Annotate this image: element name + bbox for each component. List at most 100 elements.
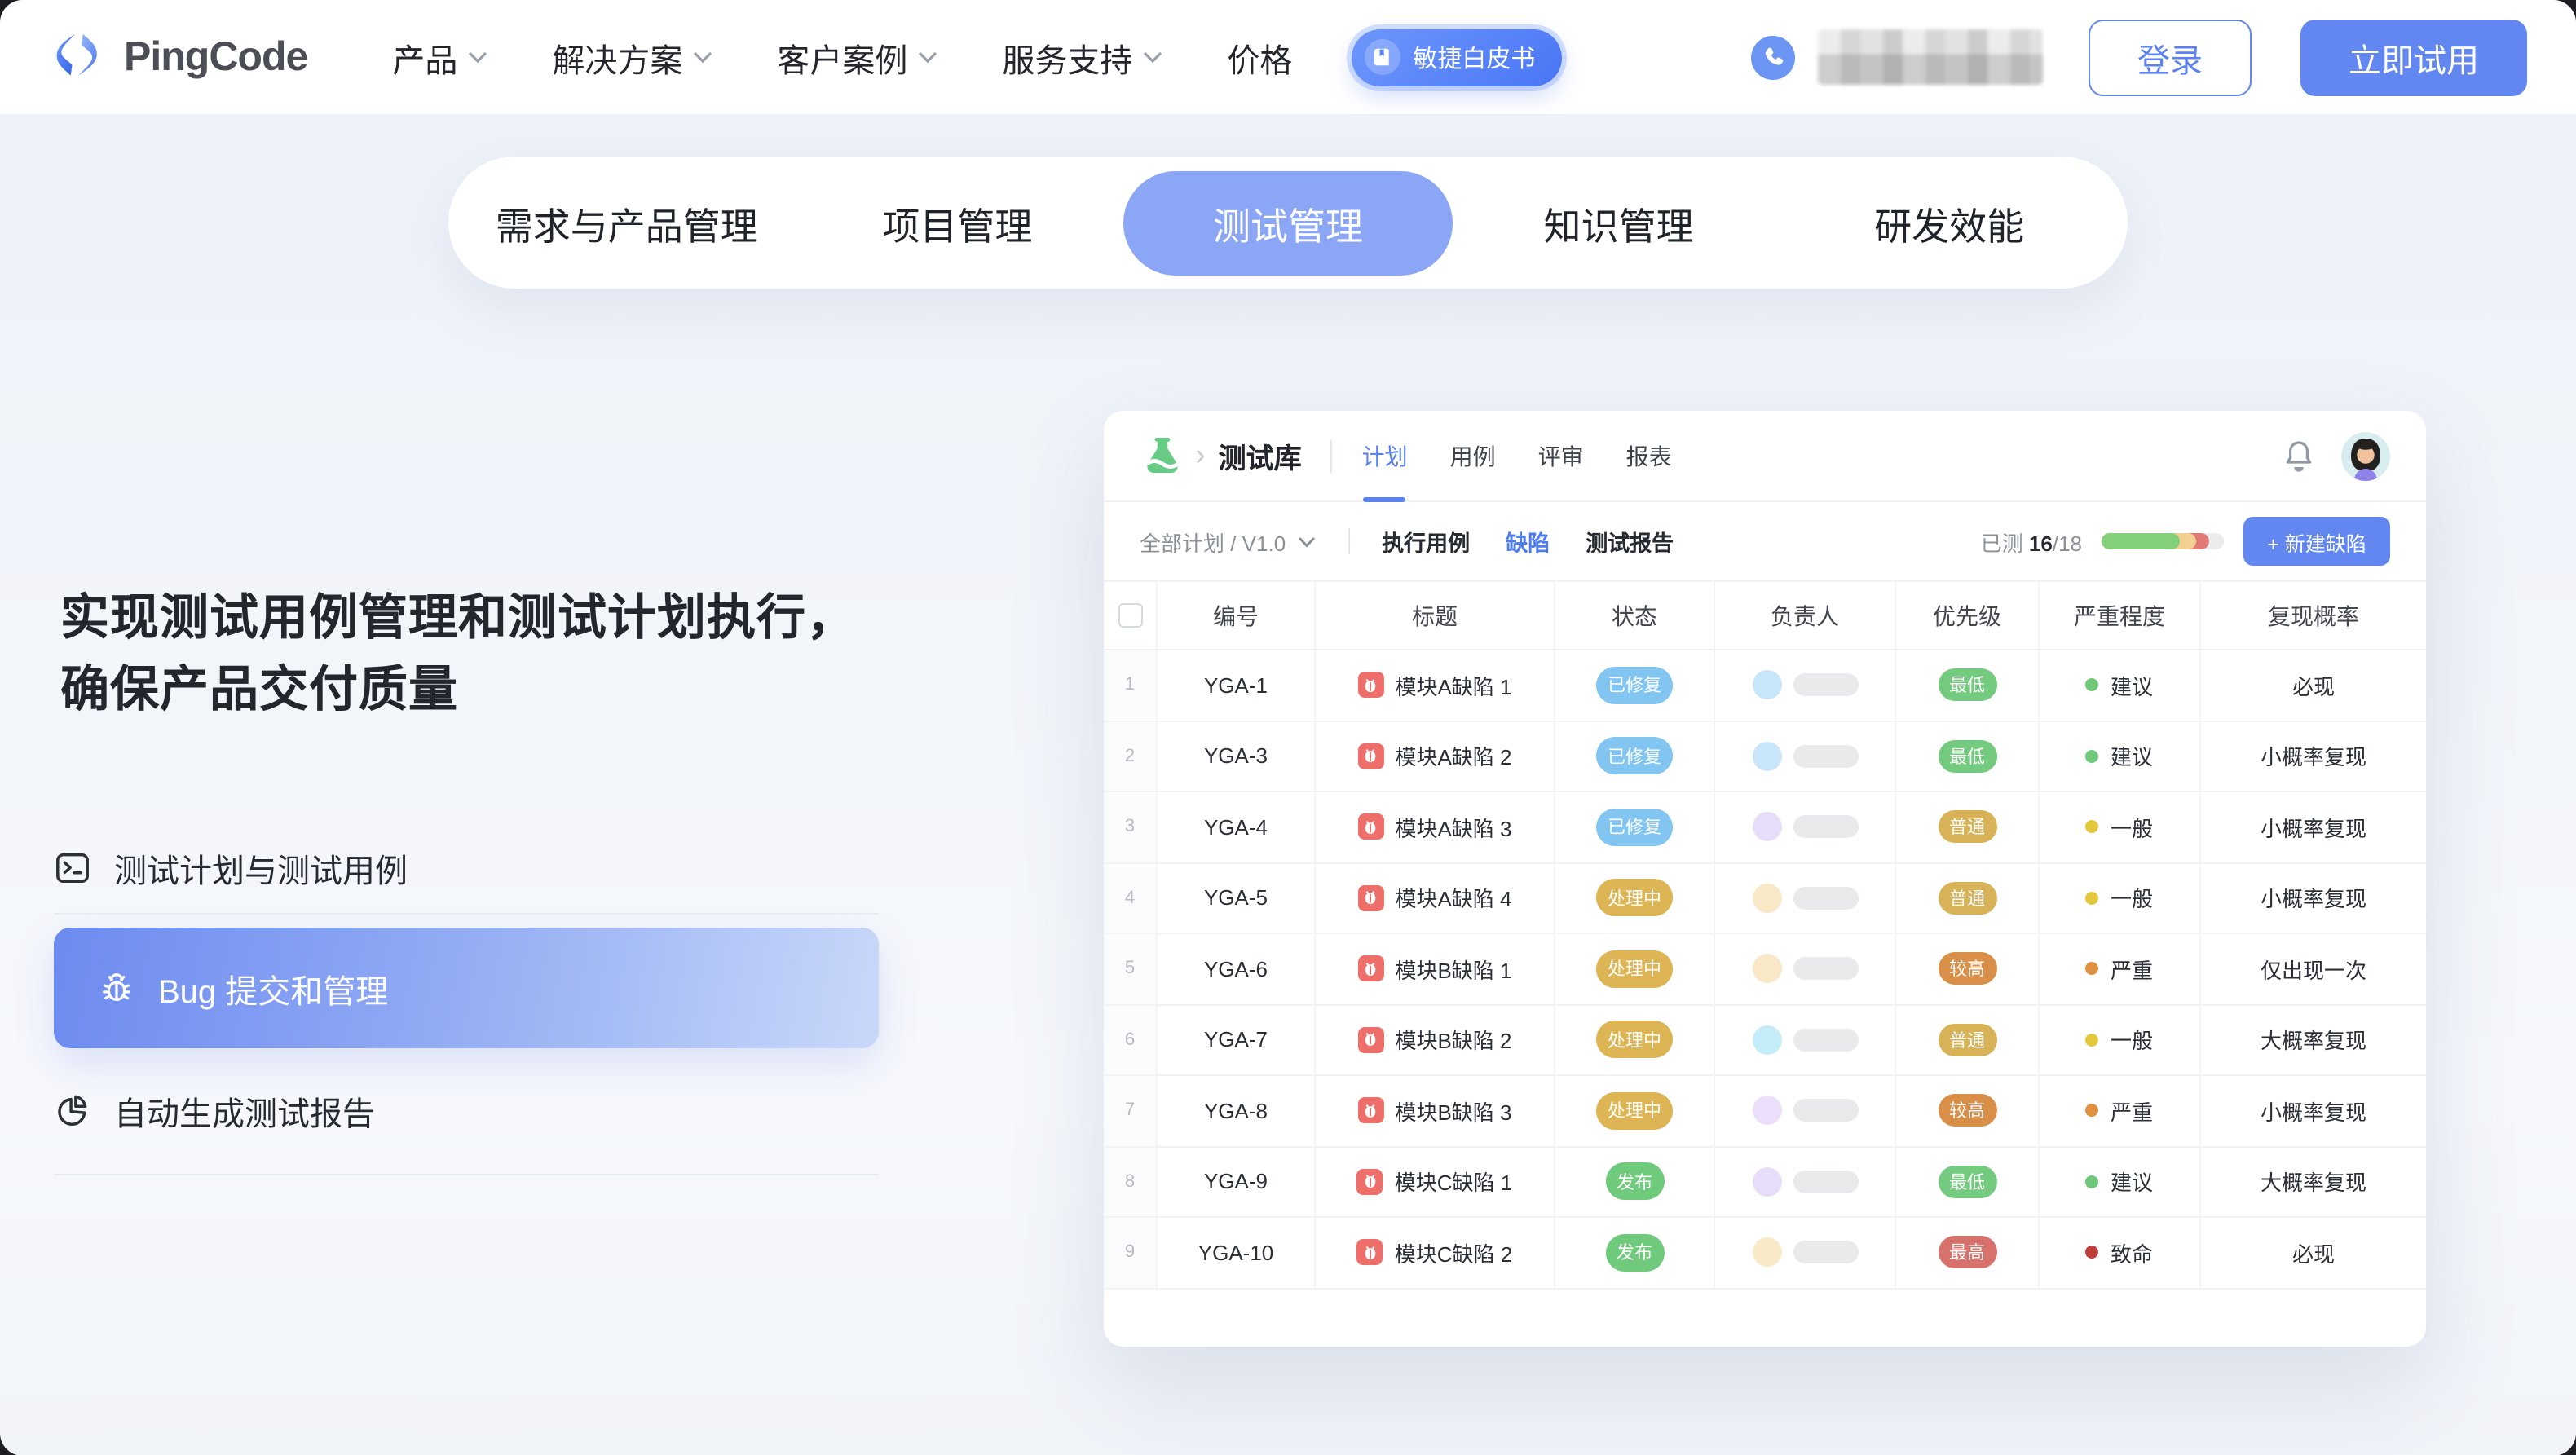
tab-projects[interactable]: 项目管理 xyxy=(792,170,1123,275)
nav-item-pricing[interactable]: 价格 xyxy=(1227,33,1292,81)
page-title-line2: 确保产品交付质量 xyxy=(60,655,856,727)
feature-label: 测试计划与测试用例 xyxy=(114,844,408,892)
defect-title: 模块B缺陷 3 xyxy=(1395,1096,1511,1127)
toolbar-right: 已测 16/18 + 新建缺陷 xyxy=(1981,517,2390,566)
status-badge: 处理中 xyxy=(1596,1021,1673,1059)
priority-badge: 普通 xyxy=(1938,1024,1996,1056)
app-tab-review[interactable]: 评审 xyxy=(1538,411,1584,501)
defect-title: 模块C缺陷 1 xyxy=(1395,1166,1512,1197)
probability: 必现 xyxy=(2201,1218,2426,1287)
feature-item-test-report[interactable]: 自动生成测试报告 xyxy=(54,1048,879,1175)
whitepaper-label: 敏捷白皮书 xyxy=(1413,40,1535,74)
chevron-down-icon xyxy=(467,51,487,64)
table-row[interactable]: 9 YGA-10 模块C缺陷 2 发布 最高 致命 必现 xyxy=(1104,1218,2426,1289)
nav-item-support[interactable]: 服务支持 xyxy=(1002,33,1162,81)
app-tab-cases[interactable]: 用例 xyxy=(1450,411,1496,501)
tab-testing[interactable]: 测试管理 xyxy=(1123,170,1453,275)
feature-item-test-plan[interactable]: 测试计划与测试用例 xyxy=(54,823,879,915)
defect-id: YGA-3 xyxy=(1158,721,1316,791)
breadcrumb-chevron-icon: › xyxy=(1195,438,1206,474)
defect-id: YGA-8 xyxy=(1158,1076,1316,1145)
bug-icon xyxy=(1357,956,1383,982)
view-defects[interactable]: 缺陷 xyxy=(1506,525,1550,558)
defect-title: 模块B缺陷 1 xyxy=(1395,954,1511,985)
tested-done: 16 xyxy=(2029,531,2053,555)
row-number: 9 xyxy=(1104,1218,1158,1287)
table-row[interactable]: 8 YGA-9 模块C缺陷 1 发布 最低 建议 大概率复现 xyxy=(1104,1147,2426,1218)
severity-label: 严重 xyxy=(2111,1096,2153,1127)
pingcode-logo[interactable]: PingCode xyxy=(52,29,307,85)
tab-knowledge[interactable]: 知识管理 xyxy=(1453,170,1784,275)
status-badge: 已修复 xyxy=(1596,809,1673,846)
bell-icon[interactable] xyxy=(2283,438,2315,474)
bug-icon xyxy=(98,969,135,1007)
whitepaper-badge[interactable]: 敏捷白皮书 xyxy=(1351,29,1561,86)
owner-avatar xyxy=(1752,1096,1781,1126)
status-badge: 处理中 xyxy=(1596,950,1673,988)
chevron-down-icon xyxy=(1297,536,1315,547)
severity-dot xyxy=(2086,892,2099,905)
bug-icon xyxy=(1357,1240,1383,1266)
priority-badge: 最低 xyxy=(1938,1166,1996,1198)
column-header-title: 标题 xyxy=(1316,582,1555,649)
login-button[interactable]: 登录 xyxy=(2089,19,2252,95)
table-row[interactable]: 1 YGA-1 模块A缺陷 1 已修复 最低 建议 必现 xyxy=(1104,650,2426,721)
table-row[interactable]: 4 YGA-5 模块A缺陷 4 处理中 普通 一般 小概率复现 xyxy=(1104,863,2426,934)
table-row[interactable]: 5 YGA-6 模块B缺陷 1 处理中 较高 严重 仅出现一次 xyxy=(1104,934,2426,1005)
severity-dot xyxy=(2086,1175,2099,1188)
feature-item-bug-management[interactable]: Bug 提交和管理 xyxy=(54,928,879,1048)
tested-total: /18 xyxy=(2053,531,2082,555)
nav-item-products[interactable]: 产品 xyxy=(392,33,487,81)
owner-avatar xyxy=(1752,1167,1781,1197)
owner-name-redacted xyxy=(1793,745,1858,768)
owner-avatar xyxy=(1752,742,1781,771)
table-row[interactable]: 7 YGA-8 模块B缺陷 3 处理中 较高 严重 小概率复现 xyxy=(1104,1076,2426,1147)
view-execute-cases[interactable]: 执行用例 xyxy=(1382,525,1470,558)
defect-title: 模块A缺陷 1 xyxy=(1395,670,1511,701)
page-title: 实现测试用例管理和测试计划执行， 确保产品交付质量 xyxy=(60,584,856,727)
bug-icon xyxy=(1357,814,1383,840)
app-tab-reports[interactable]: 报表 xyxy=(1626,411,1672,501)
owner-avatar xyxy=(1752,884,1781,913)
plan-selector[interactable]: 全部计划 / V1.0 xyxy=(1140,526,1315,557)
severity-dot xyxy=(2086,821,2099,834)
bug-icon xyxy=(1357,885,1383,911)
row-number: 2 xyxy=(1104,721,1158,791)
row-number: 1 xyxy=(1104,650,1158,720)
table-row[interactable]: 2 YGA-3 模块A缺陷 2 已修复 最低 建议 小概率复现 xyxy=(1104,721,2426,792)
try-now-button[interactable]: 立即试用 xyxy=(2300,19,2527,95)
owner-name-redacted xyxy=(1793,1241,1858,1264)
table-row[interactable]: 3 YGA-4 模块A缺陷 3 已修复 普通 一般 小概率复现 xyxy=(1104,792,2426,863)
defect-id: YGA-5 xyxy=(1158,863,1316,933)
new-defect-button[interactable]: + 新建缺陷 xyxy=(2243,517,2390,566)
view-test-report[interactable]: 测试报告 xyxy=(1586,525,1674,558)
probability: 小概率复现 xyxy=(2201,721,2426,791)
app-tab-plan[interactable]: 计划 xyxy=(1362,411,1408,501)
defect-title: 模块A缺陷 2 xyxy=(1395,741,1511,772)
page: PingCode 产品 解决方案 客户案例 服务支持 价格 xyxy=(0,0,2576,1455)
column-header-owner: 负责人 xyxy=(1715,582,1896,649)
table-header-row: 编号 标题 状态 负责人 优先级 严重程度 复现概率 xyxy=(1104,582,2426,650)
nav-item-customers[interactable]: 客户案例 xyxy=(777,33,937,81)
select-all-checkbox[interactable] xyxy=(1118,603,1142,628)
phone-icon xyxy=(1751,35,1795,79)
tab-efficiency[interactable]: 研发效能 xyxy=(1784,170,2115,275)
user-avatar[interactable] xyxy=(2341,431,2390,480)
owner-name-redacted xyxy=(1793,816,1858,839)
column-header-status: 状态 xyxy=(1555,582,1715,649)
priority-badge: 较高 xyxy=(1938,953,1996,985)
table-row[interactable]: 6 YGA-7 模块B缺陷 2 处理中 普通 一般 大概率复现 xyxy=(1104,1005,2426,1076)
chevron-down-icon xyxy=(1142,51,1162,64)
tab-requirements[interactable]: 需求与产品管理 xyxy=(461,170,792,275)
severity-label: 建议 xyxy=(2111,1166,2153,1197)
severity-dot xyxy=(2086,1246,2099,1259)
owner-avatar xyxy=(1752,955,1781,984)
column-header-id: 编号 xyxy=(1158,582,1316,649)
priority-badge: 普通 xyxy=(1938,882,1996,915)
nav-item-solutions[interactable]: 解决方案 xyxy=(552,33,712,81)
feature-list: 测试计划与测试用例 Bug 提交和管理 自动生成测试报告 xyxy=(54,823,879,1175)
pie-chart-icon xyxy=(54,1092,91,1130)
bug-icon xyxy=(1357,1098,1383,1124)
column-header-severity: 严重程度 xyxy=(2040,582,2201,649)
severity-dot xyxy=(2086,750,2099,763)
